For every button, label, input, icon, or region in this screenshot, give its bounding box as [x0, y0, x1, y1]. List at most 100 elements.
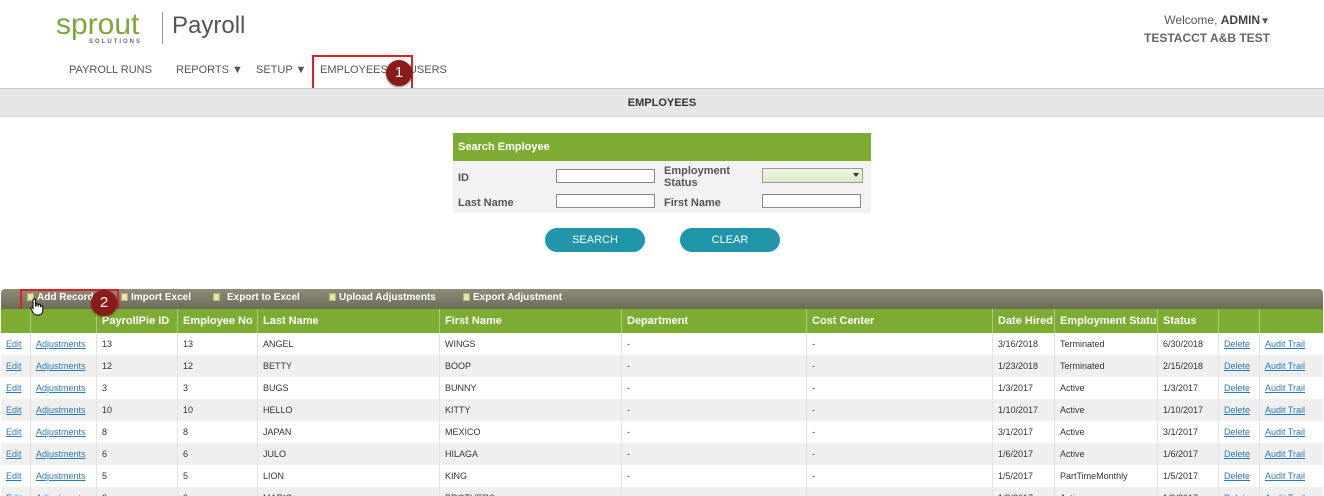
col-status[interactable]: Status [1157, 309, 1218, 333]
welcome-menu[interactable]: Welcome, ADMIN▼ [1164, 13, 1270, 27]
export-excel-button[interactable]: Export to Excel [213, 292, 300, 303]
edit-link[interactable]: Edit [1, 443, 30, 465]
cell-date-hired: 1/6/2017 [992, 443, 1054, 465]
cell-last-name: JULO [257, 443, 439, 465]
cell-first-name: BROTHERS [439, 487, 621, 496]
cell-employment-status: Active [1054, 487, 1157, 496]
adjustments-link[interactable]: Adjustments [30, 333, 96, 355]
delete-link[interactable]: Delete [1218, 487, 1259, 496]
adjustments-link[interactable]: Adjustments [30, 377, 96, 399]
col-employment-status[interactable]: Employment Status [1054, 309, 1157, 333]
adjustments-link[interactable]: Adjustments [30, 399, 96, 421]
edit-link[interactable]: Edit [1, 355, 30, 377]
cell-employee-no: 12 [177, 355, 257, 377]
cell-cost-center: - [806, 399, 992, 421]
delete-link[interactable]: Delete [1218, 443, 1259, 465]
audit-trail-link[interactable]: Audit Trail [1259, 377, 1323, 399]
audit-trail-link[interactable]: Audit Trail [1259, 355, 1323, 377]
cell-payrollpie-id: 12 [96, 355, 177, 377]
table-row[interactable]: Edit Adjustments 3 3 BUGS BUNNY - -1/3/2017 Acti… [1, 377, 1323, 399]
delete-link[interactable]: Delete [1218, 465, 1259, 487]
delete-link[interactable]: Delete [1218, 355, 1259, 377]
delete-link[interactable]: Delete [1218, 421, 1259, 443]
cell-department: - [621, 465, 806, 487]
table-row[interactable]: Edit Adjustments 6 6 JULO HILAGA - -1/6/2017 Act… [1, 443, 1323, 465]
audit-trail-link[interactable]: Audit Trail [1259, 333, 1323, 355]
col-first-name[interactable]: First Name [439, 309, 621, 333]
edit-link[interactable]: Edit [1, 465, 30, 487]
audit-trail-link[interactable]: Audit Trail [1259, 465, 1323, 487]
clear-button[interactable]: CLEAR [680, 228, 780, 252]
cell-date-hired: 1/3/2017 [992, 377, 1054, 399]
cell-first-name: KITTY [439, 399, 621, 421]
table-row[interactable]: Edit Adjustments 12 12 BETTY BOOP - -1/23/2018 T… [1, 355, 1323, 377]
cell-status: 3/1/2017 [1157, 421, 1218, 443]
col-employee-no[interactable]: Employee No [177, 309, 257, 333]
table-row[interactable]: Edit Adjustments 8 8 JAPAN MEXICO - -3/1/2017 Ac… [1, 421, 1323, 443]
adjustments-link[interactable]: Adjustments [30, 487, 96, 496]
table-row[interactable]: EditAdjustments99MARIOBROTHERS--1/9/2017… [1, 487, 1323, 496]
adjustments-link[interactable]: Adjustments [30, 355, 96, 377]
employment-status-select[interactable] [762, 168, 863, 183]
nav-users[interactable]: USERS [409, 64, 447, 76]
table-row[interactable]: Edit Adjustments 13 13 ANGEL WINGS - -3/16/2018… [1, 333, 1323, 355]
delete-link[interactable]: Delete [1218, 377, 1259, 399]
cell-payrollpie-id: 3 [96, 377, 177, 399]
logo-tagline: SOLUTIONS [89, 39, 143, 45]
cell-employment-status: Active [1054, 443, 1157, 465]
upload-icon [329, 293, 336, 301]
nav-payroll-runs[interactable]: PAYROLL RUNS [69, 64, 152, 76]
export-adjustment-button[interactable]: Export Adjustment [463, 292, 562, 303]
edit-link[interactable]: Edit [1, 421, 30, 443]
delete-link[interactable]: Delete [1218, 333, 1259, 355]
edit-link[interactable]: Edit [1, 487, 30, 496]
nav-reports[interactable]: REPORTS ▼ [176, 64, 243, 76]
app-header: sprout SOLUTIONS Payroll Welcome, ADMIN▼… [0, 0, 1324, 88]
dropdown-arrow-icon [853, 173, 859, 177]
import-excel-button[interactable]: Import Excel [121, 292, 191, 303]
employment-status-label: Employment Status [664, 165, 731, 189]
cell-payrollpie-id: 10 [96, 399, 177, 421]
first-name-input[interactable] [762, 194, 861, 208]
id-label: ID [458, 172, 469, 184]
id-input[interactable] [556, 169, 655, 183]
adjustments-link[interactable]: Adjustments [30, 421, 96, 443]
audit-trail-link[interactable]: Audit Trail [1259, 399, 1323, 421]
cell-cost-center: - [806, 333, 992, 355]
app-name: Payroll [172, 12, 246, 39]
audit-trail-link[interactable]: Audit Trail [1259, 487, 1323, 496]
col-date-hired[interactable]: Date Hired [992, 309, 1054, 333]
sprout-logo[interactable]: sprout SOLUTIONS [56, 8, 156, 50]
cell-date-hired: 3/1/2017 [992, 421, 1054, 443]
cell-date-hired: 1/23/2018 [992, 355, 1054, 377]
upload-adjustments-button[interactable]: Upload Adjustments [329, 292, 436, 303]
export-icon [463, 293, 470, 301]
welcome-prefix: Welcome, [1164, 13, 1221, 27]
col-department[interactable]: Department [621, 309, 806, 333]
page-title-bar: EMPLOYEES [0, 88, 1324, 117]
audit-trail-link[interactable]: Audit Trail [1259, 443, 1323, 465]
step-badge-1: 1 [386, 60, 412, 86]
cell-first-name: BUNNY [439, 377, 621, 399]
cell-cost-center: - [806, 487, 992, 496]
adjustments-link[interactable]: Adjustments [30, 465, 96, 487]
delete-link[interactable]: Delete [1218, 399, 1259, 421]
table-row[interactable]: Edit Adjustments 10 10 HELLO KITTY - -1/10/2017… [1, 399, 1323, 421]
table-row[interactable]: Edit Adjustments 5 5 LION KING - -1/5/2017 PartT… [1, 465, 1323, 487]
col-cost-center[interactable]: Cost Center [806, 309, 992, 333]
edit-link[interactable]: Edit [1, 377, 30, 399]
cell-employee-no: 13 [177, 333, 257, 355]
search-button[interactable]: SEARCH [545, 228, 645, 252]
edit-link[interactable]: Edit [1, 399, 30, 421]
col-last-name[interactable]: Last Name [257, 309, 439, 333]
audit-trail-link[interactable]: Audit Trail [1259, 421, 1323, 443]
adjustments-link[interactable]: Adjustments [30, 443, 96, 465]
nav-setup[interactable]: SETUP ▼ [256, 64, 306, 76]
search-panel-body: ID Employment Status Last Name First Nam… [453, 161, 871, 213]
search-employee-panel: Search Employee ID Employment Status Las… [453, 133, 871, 213]
edit-link[interactable]: Edit [1, 333, 30, 355]
cell-payrollpie-id: 13 [96, 333, 177, 355]
cell-department: - [621, 377, 806, 399]
last-name-input[interactable] [556, 194, 655, 208]
grid-header: PayrollPie ID Employee No Last Name Firs… [1, 309, 1323, 333]
